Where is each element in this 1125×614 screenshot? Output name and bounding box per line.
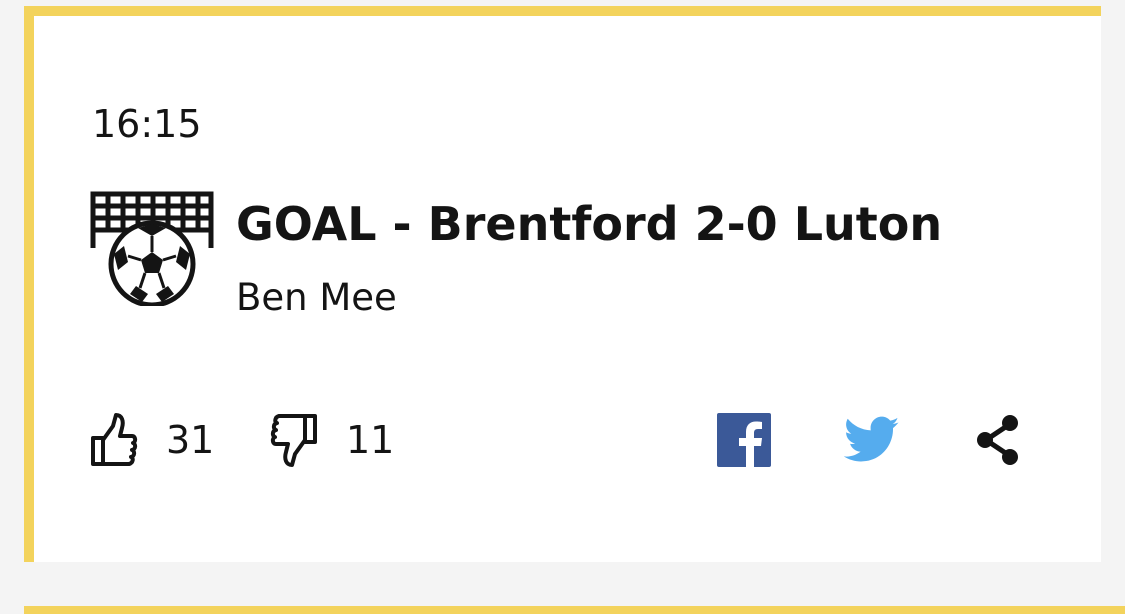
- scorer-name: Ben Mee: [236, 276, 397, 319]
- facebook-icon: [716, 412, 772, 468]
- facebook-share-button[interactable]: [714, 408, 774, 472]
- share-button[interactable]: [968, 408, 1028, 472]
- entry-headline: GOAL - Brentford 2-0 Luton: [236, 197, 943, 251]
- twitter-share-button[interactable]: [842, 408, 902, 472]
- like-button[interactable]: 31: [90, 408, 214, 472]
- share-icon: [972, 412, 1024, 468]
- dislike-button[interactable]: 11: [270, 408, 394, 472]
- next-entry-edge: [24, 606, 1125, 614]
- twitter-icon: [844, 416, 900, 464]
- thumbs-up-icon: [90, 412, 138, 468]
- dislike-count: 11: [346, 418, 395, 462]
- entry-time: 16:15: [92, 102, 202, 146]
- goal-icon: [90, 190, 214, 308]
- live-text-entry: 16:15 GOAL - Brentford 2-0 Luton Ben Mee…: [24, 6, 1101, 562]
- like-count: 31: [166, 418, 215, 462]
- thumbs-down-icon: [270, 412, 318, 468]
